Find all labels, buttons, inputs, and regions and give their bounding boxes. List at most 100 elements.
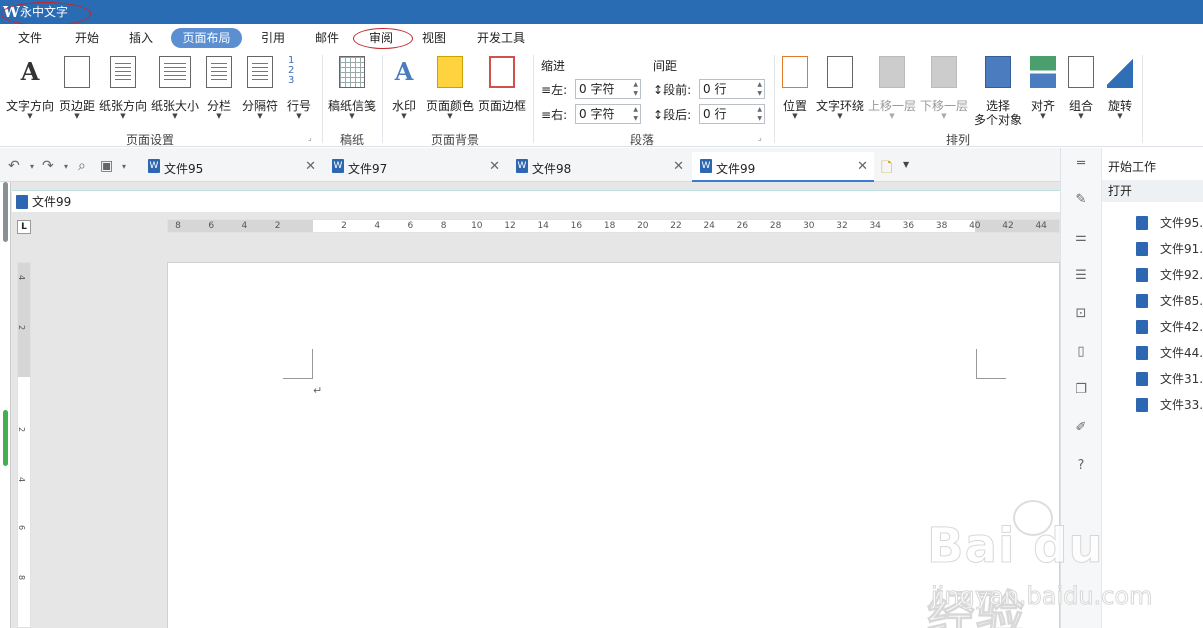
- menu-mailings[interactable]: 邮件: [307, 28, 347, 48]
- close-icon[interactable]: ✕: [857, 159, 868, 174]
- sliders-icon[interactable]: ⚌: [1073, 230, 1089, 246]
- scroll-grip-green[interactable]: [3, 410, 8, 466]
- group-label-arrange: 排列: [945, 133, 970, 147]
- undo-icon[interactable]: ↶: [8, 158, 20, 174]
- separator: [382, 55, 383, 143]
- document-tab-bar: ↶ ▾ ↷ ▾ ⌕ ▣ ▾ W 文件95 ✕ W 文件97 ✕ W 文件98 ✕…: [0, 148, 1060, 182]
- lock-icon[interactable]: ⊡: [1073, 306, 1089, 322]
- menu-insert[interactable]: 插入: [121, 28, 161, 48]
- ruler-tick: 4: [374, 221, 381, 231]
- position-button[interactable]: 位置 ▼: [781, 53, 809, 123]
- redo-icon[interactable]: ↷: [42, 158, 54, 174]
- rotate-icon: [1107, 56, 1133, 88]
- doc-tab-3[interactable]: W 文件98 ✕: [508, 152, 690, 182]
- columns-button[interactable]: 分栏 ▼: [205, 53, 233, 123]
- path-bar: 文件99: [12, 190, 1060, 212]
- indent-right-icon: ≡: [541, 108, 552, 122]
- redo-dropdown-icon[interactable]: ▾: [64, 162, 68, 171]
- ruler-tick: 30: [803, 221, 815, 231]
- paragraph-mark-icon: ↵: [313, 384, 323, 397]
- document-icon: [1136, 372, 1148, 386]
- close-icon[interactable]: ✕: [489, 159, 500, 174]
- spacing-after-icon: ↕: [653, 108, 664, 122]
- text-direction-button[interactable]: A 文字方向 ▼: [6, 53, 54, 123]
- ruler-tick: 8: [17, 574, 27, 581]
- spacing-title: 间距: [653, 59, 678, 73]
- spacing-before-spinner[interactable]: 0 行 ▲ ▼: [699, 79, 765, 99]
- separator: [533, 55, 534, 143]
- breaks-button[interactable]: 分隔符 ▼: [240, 53, 280, 123]
- ruler-tick: 8: [175, 221, 181, 231]
- align-button[interactable]: 对齐 ▼: [1029, 53, 1057, 123]
- vertical-ruler[interactable]: 4 2 2 4 6 8: [17, 262, 31, 628]
- menu-page-layout[interactable]: 页面布局: [171, 28, 242, 48]
- ruler-tick: 36: [902, 221, 915, 231]
- document-icon: [1136, 320, 1148, 334]
- draft-paper-button[interactable]: 稿纸信笺 ▼: [328, 53, 376, 123]
- page-border-icon: [489, 56, 515, 88]
- orientation-button[interactable]: 纸张方向 ▼: [99, 53, 147, 123]
- page-setup-dialog-launcher[interactable]: ⌟: [308, 133, 312, 142]
- ruler-tick: 14: [537, 221, 549, 231]
- undo-dropdown-icon[interactable]: ▾: [30, 162, 34, 171]
- menu-developer[interactable]: 开发工具: [470, 28, 532, 48]
- new-tab-icon[interactable]: 🗋: [881, 157, 892, 181]
- watermark-button[interactable]: A 水印 ▼: [390, 53, 418, 123]
- outline-icon[interactable]: ☰: [1073, 268, 1089, 284]
- group-label-page-bg: 页面背景: [430, 133, 479, 147]
- doc-tab-1[interactable]: W 文件95 ✕: [140, 152, 322, 182]
- send-backward-button[interactable]: 下移一层 ▼: [920, 53, 968, 123]
- help-icon[interactable]: ?: [1073, 458, 1089, 474]
- close-icon[interactable]: ✕: [673, 159, 684, 174]
- select-objects-icon: [985, 56, 1011, 88]
- ruler-tick: 34: [869, 221, 881, 231]
- document-icon: W: [332, 159, 344, 173]
- spacing-after-spinner[interactable]: 0 行 ▲ ▼: [699, 104, 765, 124]
- document-page[interactable]: ↵: [167, 262, 1060, 628]
- text-direction-icon: A: [17, 56, 43, 88]
- ruler-tick: 18: [603, 221, 616, 231]
- menu-view[interactable]: 视图: [414, 28, 454, 48]
- doc-tab-2[interactable]: W 文件97 ✕: [324, 152, 506, 182]
- indent-left-spinner[interactable]: 0 字符 ▲ ▼: [575, 79, 641, 99]
- horizontal-ruler[interactable]: 8 6 4 2 2 4 6 8 10 12 14 16 18 20 22 24 26 28 30 32 34 36 38 40…: [167, 219, 1060, 233]
- ruler-tick: 12: [504, 221, 516, 231]
- bring-forward-button[interactable]: 上移一层 ▼: [868, 53, 916, 123]
- panel-menu-icon[interactable]: ═: [1073, 156, 1089, 172]
- ruler-tick: 4: [17, 274, 27, 281]
- paragraph-dialog-launcher[interactable]: ⌟: [758, 133, 762, 142]
- margins-button[interactable]: 页边距 ▼: [57, 53, 97, 123]
- scroll-grip[interactable]: [3, 182, 8, 242]
- doc-tab-4-active[interactable]: W 文件99 ✕: [692, 152, 874, 182]
- open-section[interactable]: 打开: [1102, 180, 1203, 202]
- line-numbers-button[interactable]: 123 行号 ▼: [285, 53, 313, 123]
- new-tab-dropdown-icon[interactable]: ▼: [903, 160, 909, 169]
- menu-home[interactable]: 开始: [67, 28, 107, 48]
- indent-right-spinner[interactable]: 0 字符 ▲ ▼: [575, 104, 641, 124]
- save-icon[interactable]: ▣: [100, 158, 113, 174]
- document-icon: W: [700, 159, 712, 173]
- title-bar: W 永中文字: [0, 0, 1203, 26]
- ruler-tick: 26: [736, 221, 749, 231]
- print-preview-icon[interactable]: ⌕: [78, 158, 86, 174]
- text-wrap-button[interactable]: 文字环绕 ▼: [816, 53, 864, 123]
- ruler-tick: 42: [1002, 221, 1014, 231]
- send-backward-icon: [931, 56, 957, 88]
- edit-icon[interactable]: ✐: [1073, 420, 1089, 436]
- group-button[interactable]: 组合 ▼: [1067, 53, 1095, 123]
- paper-size-button[interactable]: 纸张大小 ▼: [151, 53, 199, 123]
- menu-file[interactable]: 文件: [10, 28, 50, 48]
- menu-references[interactable]: 引用: [253, 28, 293, 48]
- page-border-button[interactable]: 页面边框: [478, 53, 526, 123]
- copy-icon[interactable]: ❐: [1073, 382, 1089, 398]
- quick-access-dropdown-icon[interactable]: ▾: [122, 162, 126, 171]
- rotate-button[interactable]: 旋转 ▼: [1106, 53, 1134, 123]
- tab-stop-selector[interactable]: L: [17, 220, 31, 234]
- ruler-tick: 16: [570, 221, 583, 231]
- clip-icon[interactable]: ▯: [1073, 344, 1089, 360]
- position-icon: [782, 56, 808, 88]
- pen-icon[interactable]: ✎: [1073, 192, 1089, 208]
- close-icon[interactable]: ✕: [305, 159, 316, 174]
- select-objects-button[interactable]: 选择 多个对象: [974, 53, 1022, 127]
- page-color-button[interactable]: 页面颜色 ▼: [426, 53, 474, 123]
